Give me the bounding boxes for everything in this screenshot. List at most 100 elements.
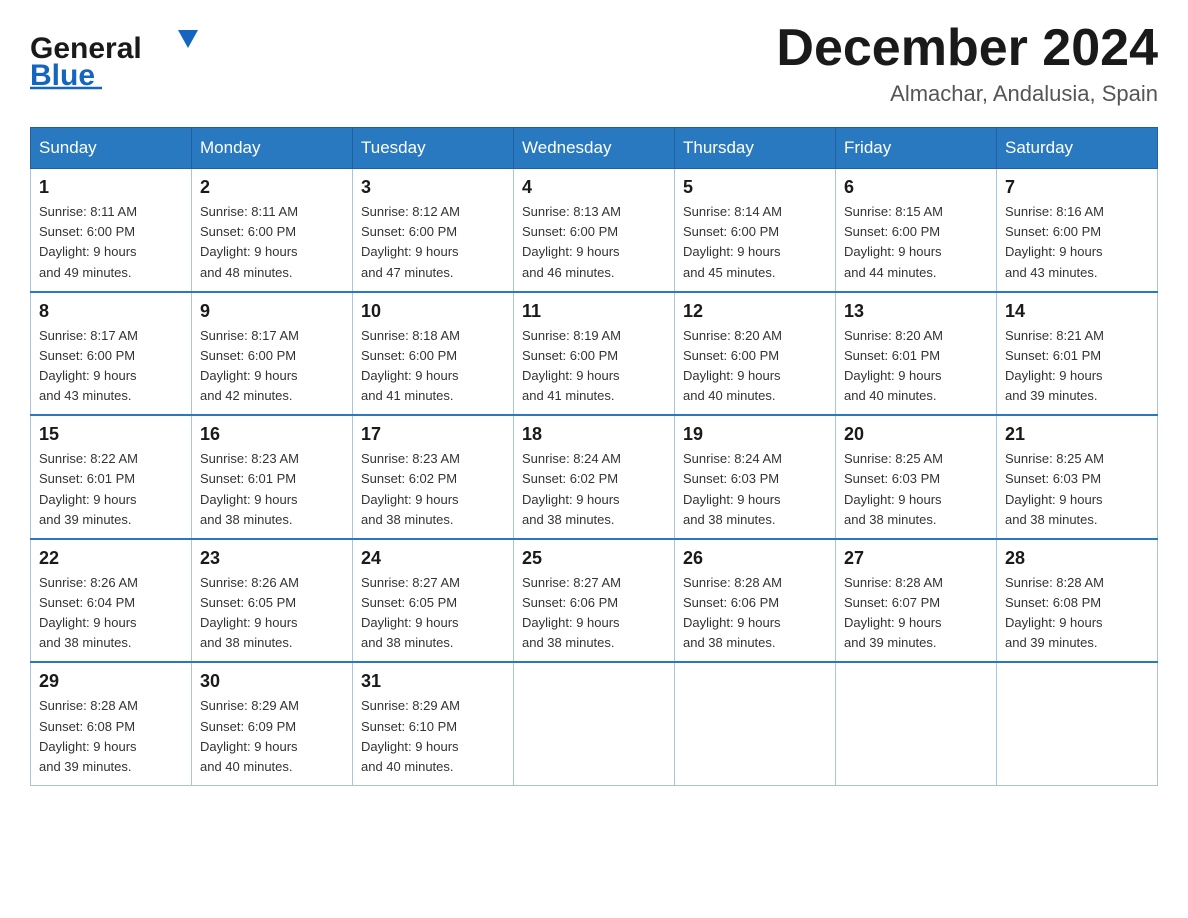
calendar-table: SundayMondayTuesdayWednesdayThursdayFrid…: [30, 127, 1158, 786]
day-info: Sunrise: 8:18 AMSunset: 6:00 PMDaylight:…: [361, 326, 505, 407]
day-number: 6: [844, 177, 988, 198]
calendar-cell: 18 Sunrise: 8:24 AMSunset: 6:02 PMDayligh…: [514, 415, 675, 539]
location-subtitle: Almachar, Andalusia, Spain: [776, 81, 1158, 107]
day-info: Sunrise: 8:17 AMSunset: 6:00 PMDaylight:…: [39, 326, 183, 407]
day-header-wednesday: Wednesday: [514, 128, 675, 169]
day-info: Sunrise: 8:27 AMSunset: 6:06 PMDaylight:…: [522, 573, 666, 654]
day-info: Sunrise: 8:21 AMSunset: 6:01 PMDaylight:…: [1005, 326, 1149, 407]
calendar-cell: 30 Sunrise: 8:29 AMSunset: 6:09 PMDayligh…: [192, 662, 353, 785]
calendar-body: 1 Sunrise: 8:11 AMSunset: 6:00 PMDaylight…: [31, 169, 1158, 786]
calendar-cell: 31 Sunrise: 8:29 AMSunset: 6:10 PMDayligh…: [353, 662, 514, 785]
calendar-cell: 8Sunrise: 8:17 AMSunset: 6:00 PMDaylight…: [31, 292, 192, 416]
day-info: Sunrise: 8:29 AMSunset: 6:09 PMDaylight:…: [200, 696, 344, 777]
day-number: 19: [683, 424, 827, 445]
calendar-cell: 12 Sunrise: 8:20 AMSunset: 6:00 PMDayligh…: [675, 292, 836, 416]
month-title: December 2024: [776, 20, 1158, 77]
day-info: Sunrise: 8:29 AMSunset: 6:10 PMDaylight:…: [361, 696, 505, 777]
day-info: Sunrise: 8:23 AMSunset: 6:01 PMDaylight:…: [200, 449, 344, 530]
calendar-cell: 28 Sunrise: 8:28 AMSunset: 6:08 PMDayligh…: [997, 539, 1158, 663]
calendar-cell: 27Sunrise: 8:28 AMSunset: 6:07 PMDayligh…: [836, 539, 997, 663]
day-info: Sunrise: 8:20 AMSunset: 6:01 PMDaylight:…: [844, 326, 988, 407]
day-info: Sunrise: 8:22 AMSunset: 6:01 PMDaylight:…: [39, 449, 183, 530]
day-number: 30: [200, 671, 344, 692]
day-number: 25: [522, 548, 666, 569]
calendar-cell: 21 Sunrise: 8:25 AMSunset: 6:03 PMDayligh…: [997, 415, 1158, 539]
day-info: Sunrise: 8:17 AMSunset: 6:00 PMDaylight:…: [200, 326, 344, 407]
calendar-cell: 1 Sunrise: 8:11 AMSunset: 6:00 PMDaylight…: [31, 169, 192, 292]
day-number: 17: [361, 424, 505, 445]
day-number: 2: [200, 177, 344, 198]
day-number: 22: [39, 548, 183, 569]
day-number: 11: [522, 301, 666, 322]
day-number: 10: [361, 301, 505, 322]
calendar-cell: 15 Sunrise: 8:22 AMSunset: 6:01 PMDayligh…: [31, 415, 192, 539]
day-header-tuesday: Tuesday: [353, 128, 514, 169]
calendar-cell: 19 Sunrise: 8:24 AMSunset: 6:03 PMDayligh…: [675, 415, 836, 539]
logo-svg: General Blue: [30, 20, 215, 95]
day-info: Sunrise: 8:26 AMSunset: 6:05 PMDaylight:…: [200, 573, 344, 654]
day-info: Sunrise: 8:20 AMSunset: 6:00 PMDaylight:…: [683, 326, 827, 407]
day-info: Sunrise: 8:27 AMSunset: 6:05 PMDaylight:…: [361, 573, 505, 654]
calendar-cell: 4 Sunrise: 8:13 AMSunset: 6:00 PMDaylight…: [514, 169, 675, 292]
calendar-cell: 25 Sunrise: 8:27 AMSunset: 6:06 PMDayligh…: [514, 539, 675, 663]
day-number: 28: [1005, 548, 1149, 569]
title-block: December 2024 Almachar, Andalusia, Spain: [776, 20, 1158, 107]
day-number: 20: [844, 424, 988, 445]
day-info: Sunrise: 8:16 AMSunset: 6:00 PMDaylight:…: [1005, 202, 1149, 283]
calendar-cell: 10 Sunrise: 8:18 AMSunset: 6:00 PMDayligh…: [353, 292, 514, 416]
day-info: Sunrise: 8:28 AMSunset: 6:08 PMDaylight:…: [39, 696, 183, 777]
calendar-cell: 11 Sunrise: 8:19 AMSunset: 6:00 PMDayligh…: [514, 292, 675, 416]
day-number: 1: [39, 177, 183, 198]
day-header-sunday: Sunday: [31, 128, 192, 169]
day-info: Sunrise: 8:19 AMSunset: 6:00 PMDaylight:…: [522, 326, 666, 407]
day-number: 4: [522, 177, 666, 198]
week-row-5: 29 Sunrise: 8:28 AMSunset: 6:08 PMDayligh…: [31, 662, 1158, 785]
day-number: 21: [1005, 424, 1149, 445]
calendar-cell: 5Sunrise: 8:14 AMSunset: 6:00 PMDaylight…: [675, 169, 836, 292]
calendar-cell: 29 Sunrise: 8:28 AMSunset: 6:08 PMDayligh…: [31, 662, 192, 785]
calendar-cell: 13 Sunrise: 8:20 AMSunset: 6:01 PMDayligh…: [836, 292, 997, 416]
calendar-cell: [997, 662, 1158, 785]
day-info: Sunrise: 8:28 AMSunset: 6:08 PMDaylight:…: [1005, 573, 1149, 654]
calendar-cell: 23Sunrise: 8:26 AMSunset: 6:05 PMDayligh…: [192, 539, 353, 663]
calendar-cell: 20 Sunrise: 8:25 AMSunset: 6:03 PMDayligh…: [836, 415, 997, 539]
day-info: Sunrise: 8:12 AMSunset: 6:00 PMDaylight:…: [361, 202, 505, 283]
day-info: Sunrise: 8:25 AMSunset: 6:03 PMDaylight:…: [1005, 449, 1149, 530]
week-row-3: 15 Sunrise: 8:22 AMSunset: 6:01 PMDayligh…: [31, 415, 1158, 539]
day-number: 18: [522, 424, 666, 445]
day-info: Sunrise: 8:24 AMSunset: 6:02 PMDaylight:…: [522, 449, 666, 530]
week-row-1: 1 Sunrise: 8:11 AMSunset: 6:00 PMDaylight…: [31, 169, 1158, 292]
logo: General Blue: [30, 20, 215, 95]
day-info: Sunrise: 8:25 AMSunset: 6:03 PMDaylight:…: [844, 449, 988, 530]
day-info: Sunrise: 8:15 AMSunset: 6:00 PMDaylight:…: [844, 202, 988, 283]
calendar-cell: [675, 662, 836, 785]
day-header-friday: Friday: [836, 128, 997, 169]
day-number: 31: [361, 671, 505, 692]
day-info: Sunrise: 8:11 AMSunset: 6:00 PMDaylight:…: [200, 202, 344, 283]
calendar-cell: 3Sunrise: 8:12 AMSunset: 6:00 PMDaylight…: [353, 169, 514, 292]
day-number: 15: [39, 424, 183, 445]
calendar-cell: 26 Sunrise: 8:28 AMSunset: 6:06 PMDayligh…: [675, 539, 836, 663]
week-row-2: 8Sunrise: 8:17 AMSunset: 6:00 PMDaylight…: [31, 292, 1158, 416]
calendar-cell: 14Sunrise: 8:21 AMSunset: 6:01 PMDayligh…: [997, 292, 1158, 416]
day-number: 5: [683, 177, 827, 198]
calendar-cell: 22 Sunrise: 8:26 AMSunset: 6:04 PMDayligh…: [31, 539, 192, 663]
day-info: Sunrise: 8:26 AMSunset: 6:04 PMDaylight:…: [39, 573, 183, 654]
day-info: Sunrise: 8:23 AMSunset: 6:02 PMDaylight:…: [361, 449, 505, 530]
day-info: Sunrise: 8:28 AMSunset: 6:06 PMDaylight:…: [683, 573, 827, 654]
calendar-cell: 6 Sunrise: 8:15 AMSunset: 6:00 PMDaylight…: [836, 169, 997, 292]
page-header: General Blue December 2024 Almachar, And…: [30, 20, 1158, 107]
calendar-header-row: SundayMondayTuesdayWednesdayThursdayFrid…: [31, 128, 1158, 169]
day-number: 29: [39, 671, 183, 692]
day-info: Sunrise: 8:13 AMSunset: 6:00 PMDaylight:…: [522, 202, 666, 283]
day-number: 12: [683, 301, 827, 322]
day-info: Sunrise: 8:11 AMSunset: 6:00 PMDaylight:…: [39, 202, 183, 283]
day-info: Sunrise: 8:24 AMSunset: 6:03 PMDaylight:…: [683, 449, 827, 530]
day-header-thursday: Thursday: [675, 128, 836, 169]
day-number: 9: [200, 301, 344, 322]
day-number: 16: [200, 424, 344, 445]
calendar-cell: 7Sunrise: 8:16 AMSunset: 6:00 PMDaylight…: [997, 169, 1158, 292]
day-number: 13: [844, 301, 988, 322]
calendar-cell: 2 Sunrise: 8:11 AMSunset: 6:00 PMDaylight…: [192, 169, 353, 292]
day-number: 26: [683, 548, 827, 569]
